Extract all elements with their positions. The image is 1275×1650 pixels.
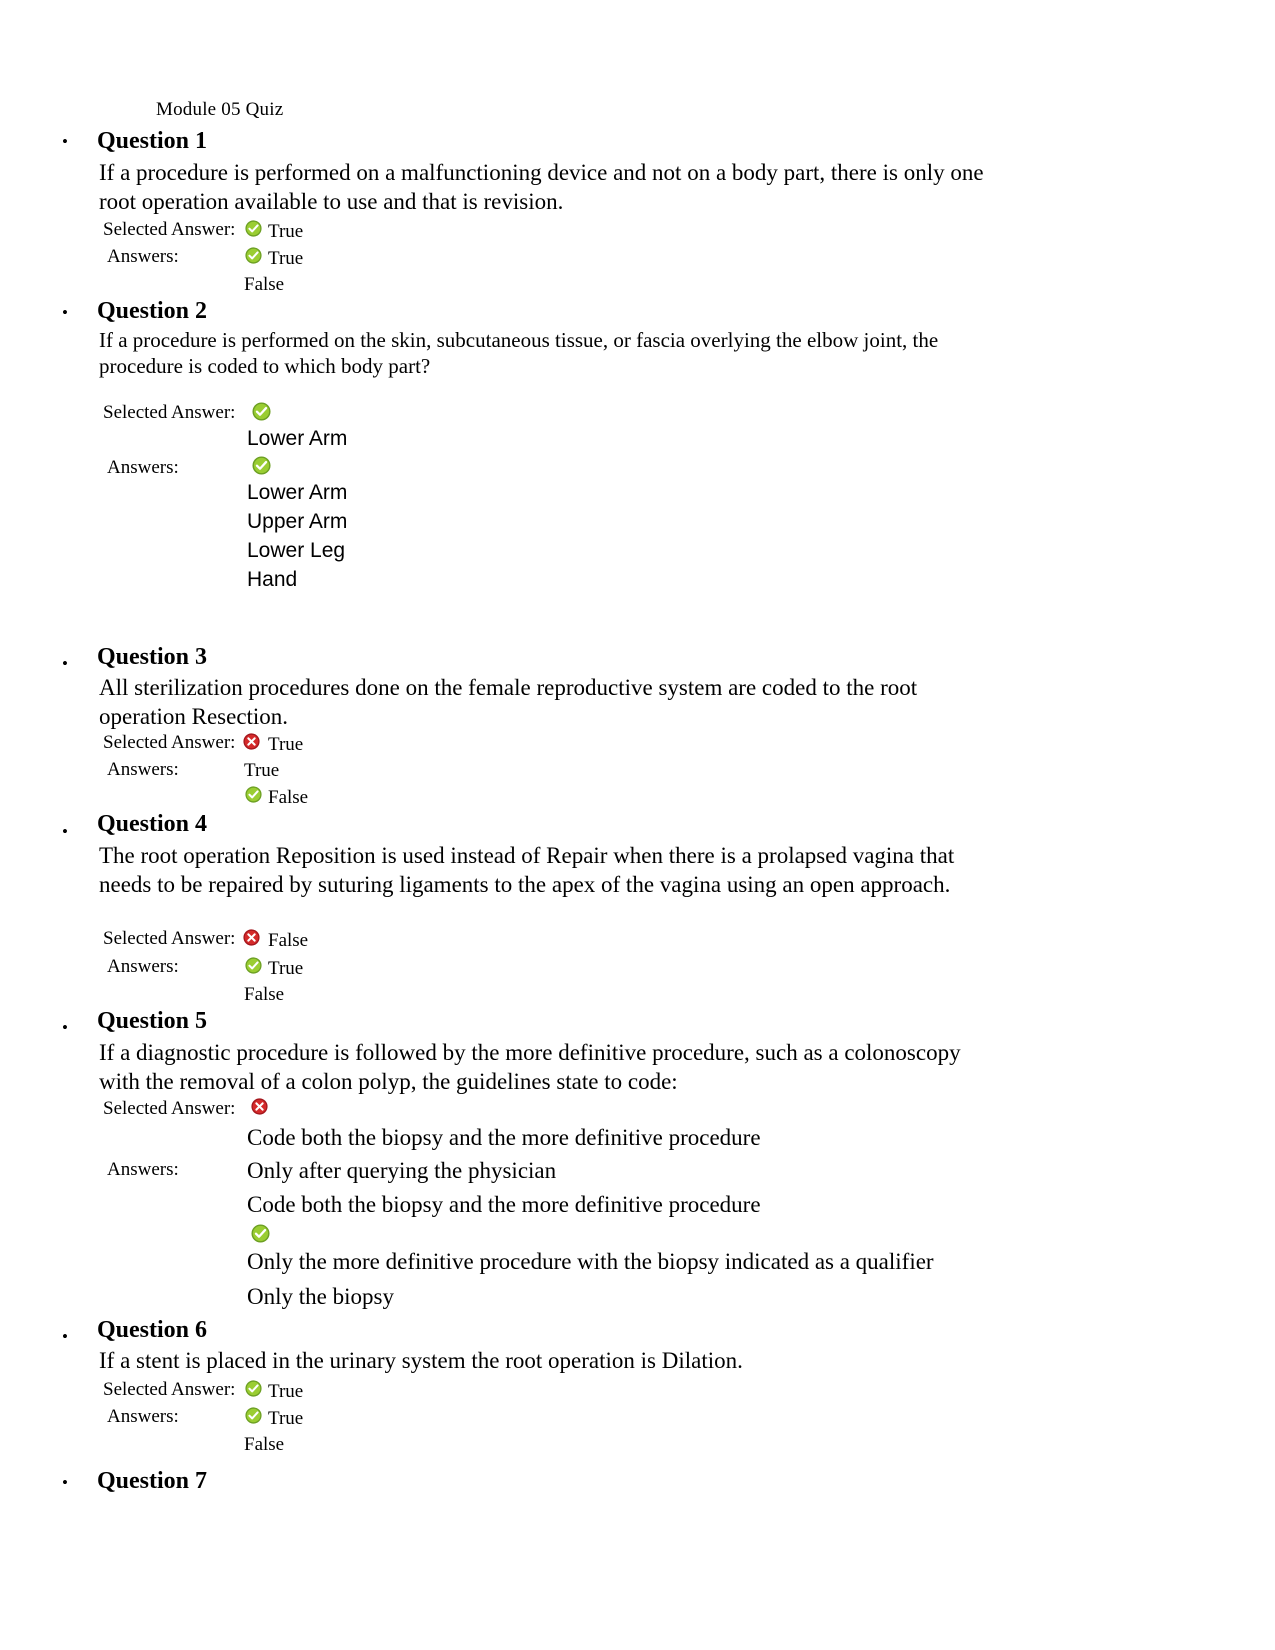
list-bullet xyxy=(62,1023,72,1033)
answer-option: False xyxy=(268,787,309,808)
question-text: If a procedure is performed on a malfunc… xyxy=(99,160,984,214)
question-heading: Question 5 xyxy=(97,1008,208,1034)
red-x-icon xyxy=(243,929,260,946)
selected-answer-value: True xyxy=(268,1381,304,1402)
question-heading: Question 1 xyxy=(97,128,208,154)
answer-option: Only after querying the physician xyxy=(247,1158,557,1183)
green-check-icon xyxy=(245,247,262,264)
selected-answer-label: Selected Answer: xyxy=(103,1379,236,1400)
answers-label: Answers: xyxy=(107,457,179,478)
quiz-review-page: Module 05 Quiz Question 1 If a procedure… xyxy=(0,0,1275,1650)
selected-answer-label: Selected Answer: xyxy=(103,402,236,423)
list-bullet xyxy=(62,1478,72,1488)
green-check-icon xyxy=(245,1407,262,1424)
selected-answer-value: True xyxy=(268,221,304,242)
question-text: The root operation Reposition is used in… xyxy=(99,843,955,897)
green-check-icon xyxy=(245,1380,262,1397)
selected-answer-value: Lower Arm xyxy=(247,427,348,450)
list-bullet xyxy=(62,827,72,837)
selected-answer-label: Selected Answer: xyxy=(103,219,236,240)
answer-option: False xyxy=(244,984,285,1005)
answer-option: True xyxy=(268,958,304,979)
answer-option: True xyxy=(268,1408,304,1429)
green-check-icon xyxy=(252,402,271,421)
answers-label: Answers: xyxy=(107,246,179,267)
answer-option: False xyxy=(244,274,285,295)
red-x-icon xyxy=(251,1098,268,1115)
answer-option: False xyxy=(244,1434,285,1455)
green-check-icon xyxy=(245,786,262,803)
answer-option: Only the biopsy xyxy=(247,1284,394,1309)
red-x-icon xyxy=(243,733,260,750)
selected-answer-value: False xyxy=(268,930,309,951)
list-bullet xyxy=(62,1332,72,1342)
page-title: Module 05 Quiz xyxy=(156,99,284,120)
answer-option: Code both the biopsy and the more defini… xyxy=(247,1192,761,1217)
question-text: If a stent is placed in the urinary syst… xyxy=(99,1348,743,1373)
selected-answer-value: True xyxy=(268,734,304,755)
selected-answer-value: Code both the biopsy and the more defini… xyxy=(247,1125,761,1150)
green-check-icon xyxy=(251,1224,270,1243)
answer-option: Upper Arm xyxy=(247,510,348,533)
answer-option: Only the more definitive procedure with … xyxy=(247,1249,934,1274)
question-text: If a procedure is performed on the skin,… xyxy=(99,328,939,378)
selected-answer-label: Selected Answer: xyxy=(103,732,236,753)
answer-option: True xyxy=(268,248,304,269)
question-heading: Question 3 xyxy=(97,644,208,670)
selected-answer-label: Selected Answer: xyxy=(103,928,236,949)
question-heading: Question 6 xyxy=(97,1317,208,1343)
green-check-icon xyxy=(245,957,262,974)
answers-label: Answers: xyxy=(107,1159,179,1180)
question-text: If a diagnostic procedure is followed by… xyxy=(99,1040,961,1094)
question-text: All sterilization procedures done on the… xyxy=(99,675,918,729)
answer-option: Lower Arm xyxy=(247,481,348,504)
green-check-icon xyxy=(245,220,262,237)
question-heading: Question 4 xyxy=(97,811,208,837)
answer-option: True xyxy=(244,760,280,781)
question-heading: Question 7 xyxy=(97,1468,208,1494)
list-bullet xyxy=(62,137,72,147)
list-bullet xyxy=(62,308,72,318)
answer-option: Lower Leg xyxy=(247,539,346,562)
green-check-icon xyxy=(252,456,271,475)
selected-answer-label: Selected Answer: xyxy=(103,1098,236,1119)
answers-label: Answers: xyxy=(107,1406,179,1427)
answers-label: Answers: xyxy=(107,956,179,977)
question-heading: Question 2 xyxy=(97,298,208,324)
list-bullet xyxy=(62,659,72,669)
answers-label: Answers: xyxy=(107,759,179,780)
answer-option: Hand xyxy=(247,568,298,591)
